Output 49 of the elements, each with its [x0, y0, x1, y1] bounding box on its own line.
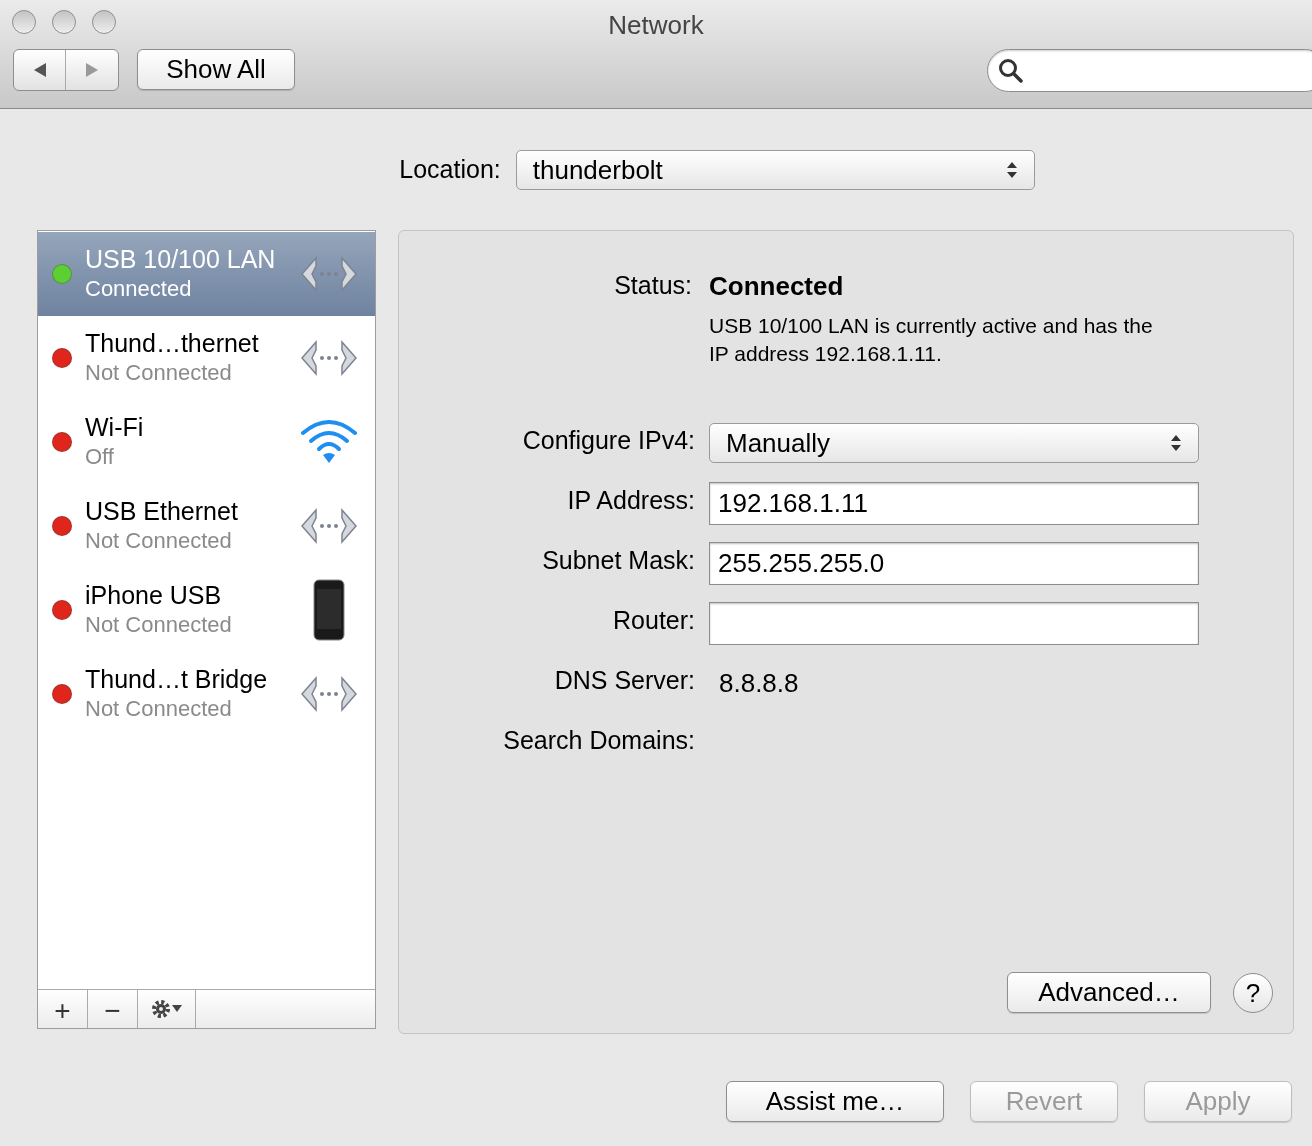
- right-triangle-icon: [84, 61, 100, 79]
- service-status: Not Connected: [85, 527, 233, 555]
- remove-button[interactable]: −: [88, 990, 138, 1028]
- service-list-item[interactable]: USB Ethernet Not Connected: [38, 484, 375, 568]
- input-field[interactable]: 255.255.255.0: [709, 541, 1199, 585]
- status-description: USB 10/100 LAN is currently active and has the IP address 192.168.1.11.: [709, 313, 1154, 367]
- search-icon: [998, 57, 1024, 84]
- service-status: Not Connected: [85, 611, 233, 639]
- dialog-button[interactable]: Assist me…: [726, 1081, 944, 1122]
- service-name: Wi-Fi: [85, 413, 145, 442]
- phone-icon: [313, 579, 345, 641]
- status-label: Status:: [613, 270, 693, 301]
- input-field[interactable]: [709, 601, 1199, 645]
- window-title: Network: [608, 10, 704, 40]
- field-label: DNS Server:: [553, 665, 696, 696]
- field-label: IP Address:: [566, 485, 696, 516]
- advanced-button[interactable]: Advanced…: [1007, 972, 1211, 1013]
- service-name: USB 10/100 LAN: [85, 245, 277, 274]
- service-list-item[interactable]: Thund…thernet Not Connected: [38, 316, 375, 400]
- help-button[interactable]: ?: [1233, 972, 1273, 1013]
- service-status: Not Connected: [85, 359, 233, 387]
- service-list-item[interactable]: iPhone USB Not Connected: [38, 568, 375, 652]
- field-value: 8.8.8.8: [718, 666, 799, 700]
- field-label: Search Domains:: [502, 725, 696, 756]
- up-down-arrows-icon: [1005, 160, 1018, 180]
- window-control-icon[interactable]: [52, 10, 76, 34]
- input-field[interactable]: 192.168.1.11: [709, 481, 1199, 525]
- location-select[interactable]: thunderbolt: [515, 150, 1035, 190]
- service-status: Not Connected: [85, 695, 233, 723]
- add-button[interactable]: +: [38, 990, 88, 1028]
- location-label: Location:: [399, 154, 501, 186]
- service-list-item[interactable]: Wi-Fi Off: [38, 400, 375, 484]
- show-all-button[interactable]: Show All: [137, 49, 295, 90]
- service-name: USB Ethernet: [85, 497, 239, 526]
- service-list-item[interactable]: Thund…t Bridge Not Connected: [38, 652, 375, 736]
- service-name: iPhone USB: [85, 581, 223, 610]
- field-label: Configure IPv4:: [521, 425, 696, 456]
- ipv4-select[interactable]: Manually: [709, 423, 1199, 463]
- up-down-arrows-icon: [1170, 433, 1182, 453]
- field-label: Subnet Mask:: [541, 545, 696, 576]
- field-label: Router:: [612, 605, 696, 636]
- search-field[interactable]: [987, 49, 1312, 92]
- service-status: Connected: [85, 275, 193, 303]
- service-status: Off: [85, 443, 115, 471]
- window-control-icon[interactable]: [92, 10, 116, 34]
- window-control-icon[interactable]: [12, 10, 36, 34]
- status-value: Connected: [709, 270, 845, 303]
- service-name: Thund…thernet: [85, 329, 260, 358]
- service-name: Thund…t Bridge: [85, 665, 269, 694]
